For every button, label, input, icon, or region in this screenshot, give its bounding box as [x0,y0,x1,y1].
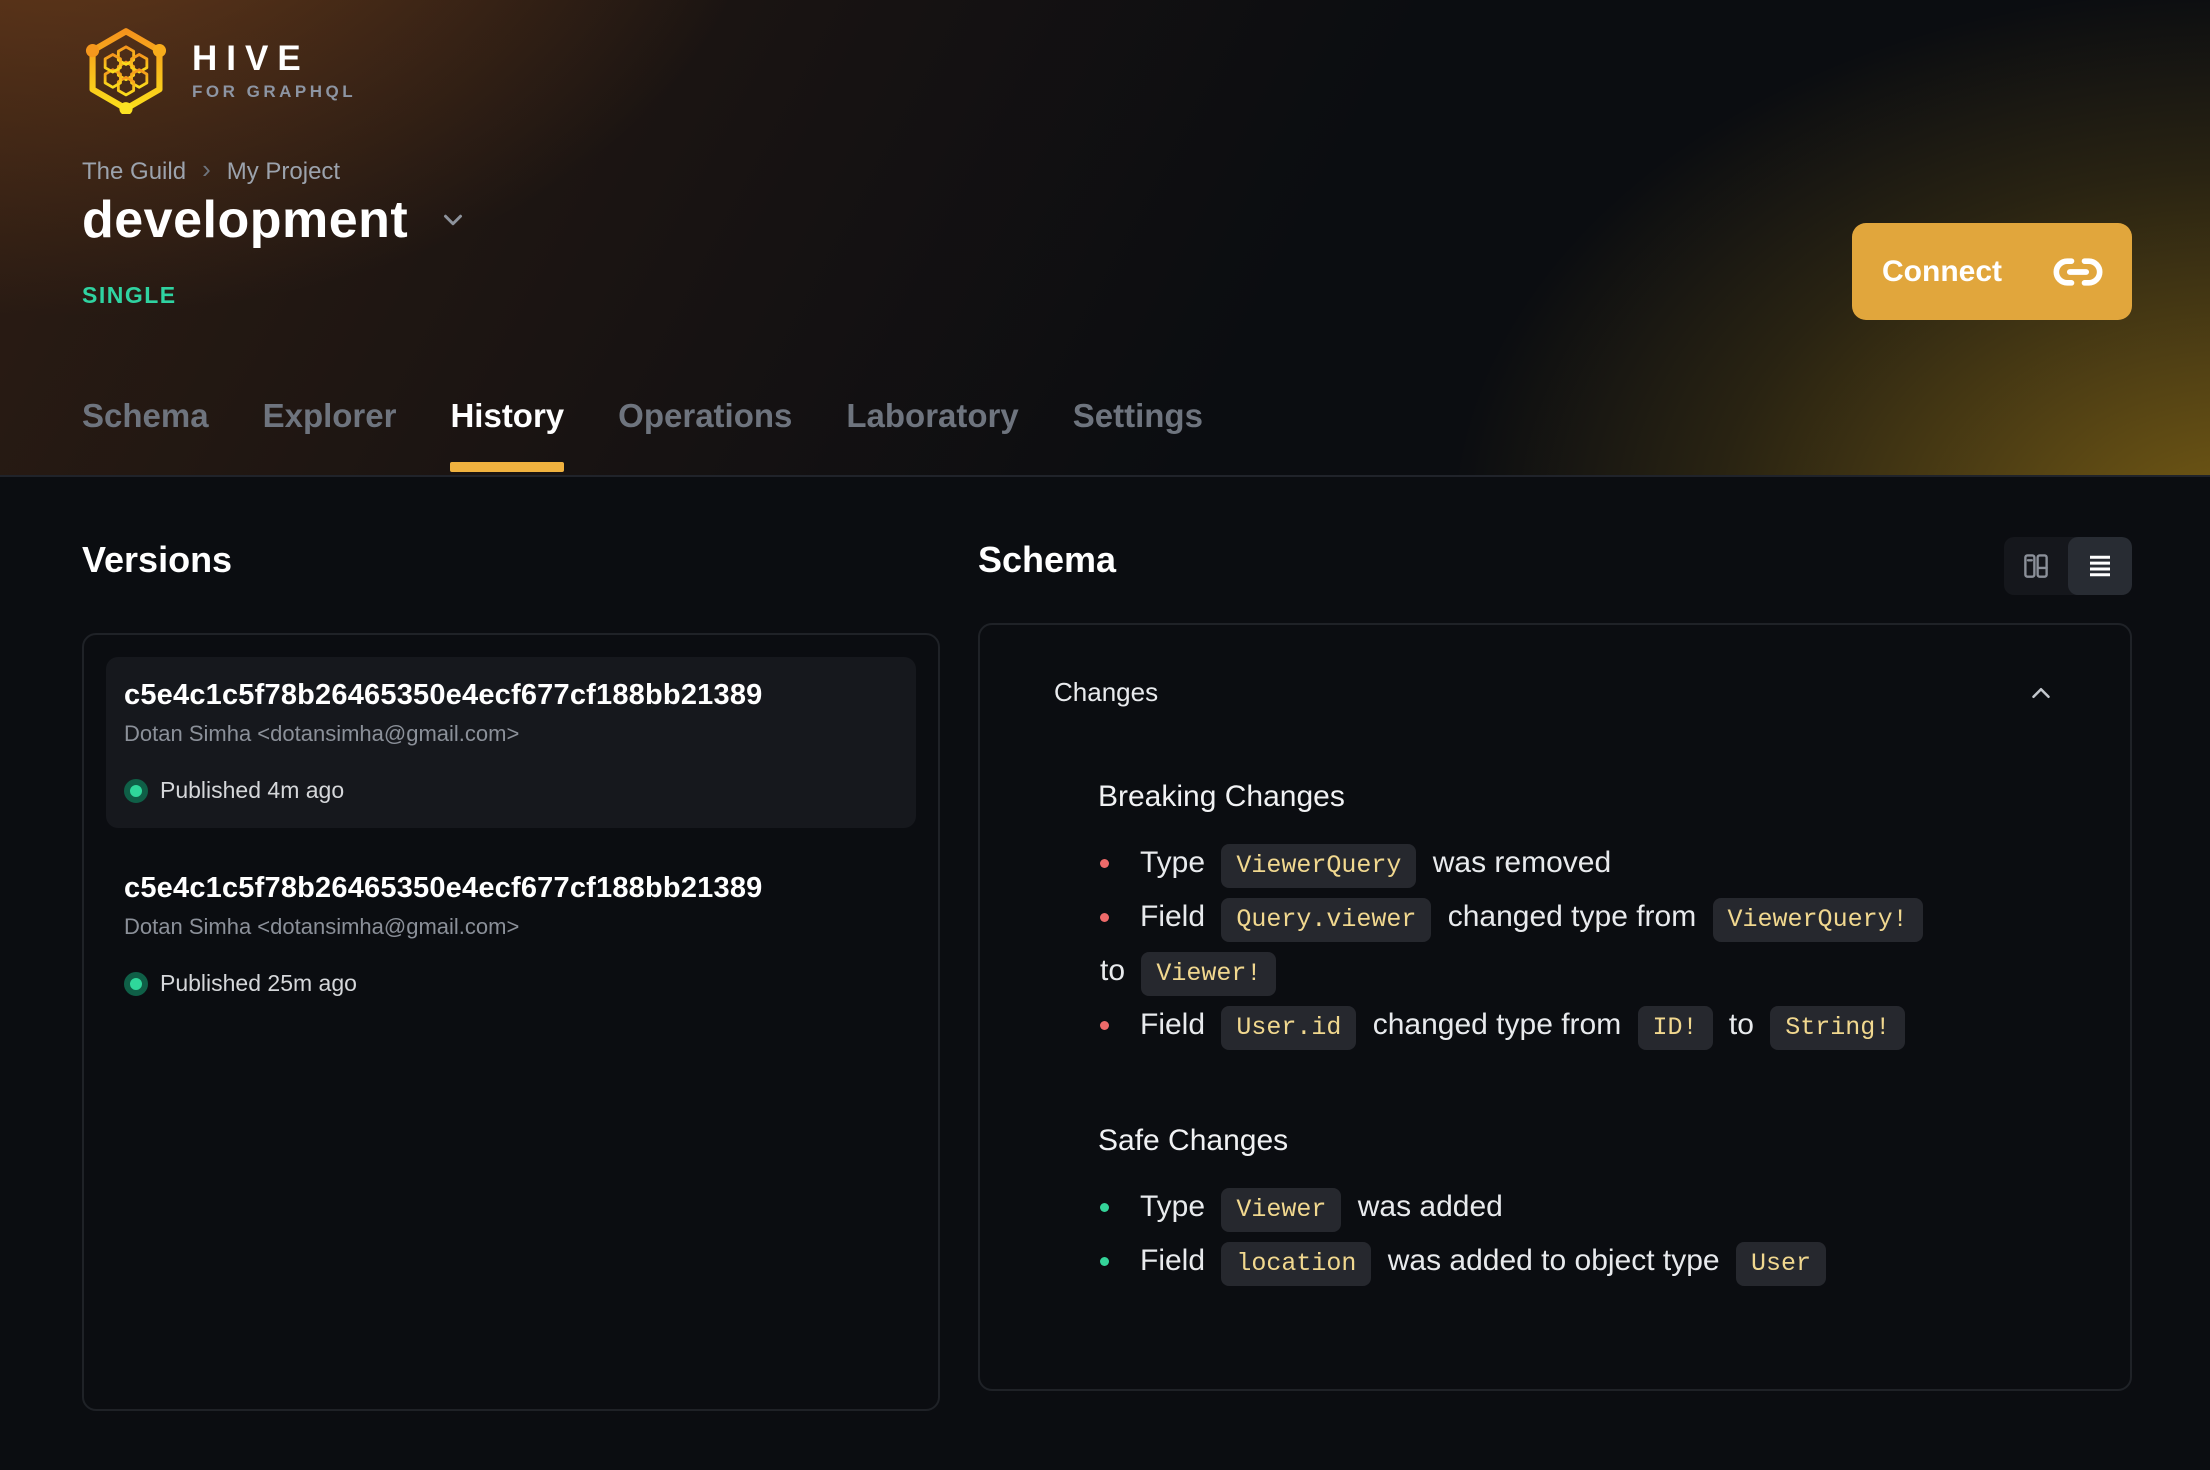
version-status-text: Published 4m ago [160,777,345,803]
tab-laboratory[interactable]: Laboratory [846,397,1018,475]
list-view-button[interactable] [2068,537,2132,595]
brand-name: HIVE [192,38,310,78]
version-author: Dotan Simha <dotansimha@gmail.com> [124,721,520,746]
version-status-row: Published 25m ago [124,970,898,997]
project-header: HIVE FOR GRAPHQL The Guild › My Project … [0,0,2210,477]
schema-heading: Schema [978,539,1117,580]
link-icon [2053,257,2103,286]
version-hash: c5e4c1c5f78b26465350e4ecf677cf188bb21389 [124,872,763,904]
columns-view-icon [2024,554,2048,578]
chevron-right-icon: › [202,154,211,184]
code-badge: User.id [1221,1006,1357,1050]
list-view-icon [2090,555,2110,577]
version-status-text: Published 25m ago [160,970,357,996]
breadcrumb-org[interactable]: The Guild [82,158,186,186]
changes-accordion-header[interactable]: Changes [1054,677,2056,708]
change-item: Type ViewerQuery was removed [1098,836,1958,890]
connect-button-label: Connect [1882,254,2002,288]
published-dot [124,971,148,996]
columns-view-button[interactable] [2004,537,2068,595]
tab-operations[interactable]: Operations [618,397,792,475]
code-badge: ViewerQuery! [1712,898,1923,942]
target-selector-button[interactable] [438,205,468,235]
change-item: Field Query.viewer changed type from Vie… [1098,890,1958,998]
schema-header-row: Schema [978,537,2132,595]
code-badge: ViewerQuery [1221,844,1417,888]
tab-schema[interactable]: Schema [82,397,209,475]
change-groups: Breaking Changes Type ViewerQuery was re… [1054,780,2056,1288]
published-dot [124,778,148,803]
versions-column: Versions c5e4c1c5f78b26465350e4ecf677cf1… [82,477,940,1411]
hive-logo-icon [85,28,167,114]
schema-column: Schema Changes Breaking Changes • Type V… [978,477,2132,1411]
versions-list: c5e4c1c5f78b26465350e4ecf677cf188bb21389… [82,633,940,1411]
tab-bar: Schema Explorer History Operations Laborator… [82,397,1203,475]
connect-button[interactable]: Connect [1852,223,2132,320]
changes-label: Changes [1054,677,1159,707]
view-mode-toggle [2004,537,2132,595]
change-group-title: Breaking Changes [1098,780,1345,813]
hive-history-page: HIVE FOR GRAPHQL The Guild › My Project … [0,0,2210,1470]
code-badge: Query.viewer [1221,898,1432,942]
page-title: development [82,191,409,249]
change-list: Type Viewer was addedField location was … [1098,1180,1958,1288]
code-badge: User [1735,1242,1826,1286]
change-group-title: Safe Changes [1098,1124,1289,1157]
main-content: Versions c5e4c1c5f78b26465350e4ecf677cf1… [0,477,2210,1411]
versions-heading: Versions [82,539,233,580]
target-title-row: development [82,190,468,250]
tab-explorer[interactable]: Explorer [263,397,397,475]
change-group: Breaking Changes Type ViewerQuery was re… [1098,780,2056,1052]
change-list: Type ViewerQuery was removedField Query.… [1098,836,1958,1052]
tab-history[interactable]: History [450,397,564,475]
code-badge: location [1221,1242,1372,1286]
breadcrumb-project[interactable]: My Project [227,158,340,186]
code-badge: String! [1770,1006,1906,1050]
version-card[interactable]: c5e4c1c5f78b26465350e4ecf677cf188bb21389… [106,657,916,828]
tab-settings[interactable]: Settings [1073,397,1203,475]
version-author: Dotan Simha <dotansimha@gmail.com> [124,914,520,939]
change-item: Type Viewer was added [1098,1180,1958,1234]
brand-tagline: FOR GRAPHQL [192,81,357,101]
version-card[interactable]: c5e4c1c5f78b26465350e4ecf677cf188bb21389… [106,850,916,1021]
change-item: Field location was added to object type … [1098,1234,1958,1288]
chevron-down-icon [444,214,463,226]
change-item: Field User.id changed type from ID! to S… [1098,998,1958,1052]
change-group: Safe Changes Type Viewer was addedField … [1098,1124,2056,1288]
changes-panel: Changes Breaking Changes Type ViewerQuer… [978,623,2132,1391]
breadcrumb: The Guild › My Project [82,154,340,187]
brand-logo-row[interactable]: HIVE FOR GRAPHQL [82,26,356,114]
code-badge: Viewer [1221,1188,1342,1232]
brand-text: HIVE FOR GRAPHQL [192,41,356,100]
version-hash: c5e4c1c5f78b26465350e4ecf677cf188bb21389 [124,679,763,711]
version-status-row: Published 4m ago [124,777,898,804]
chevron-up-icon [2032,687,2050,698]
target-type-badge: SINGLE [82,282,177,308]
code-badge: Viewer! [1141,952,1277,996]
code-badge: ID! [1637,1006,1713,1050]
